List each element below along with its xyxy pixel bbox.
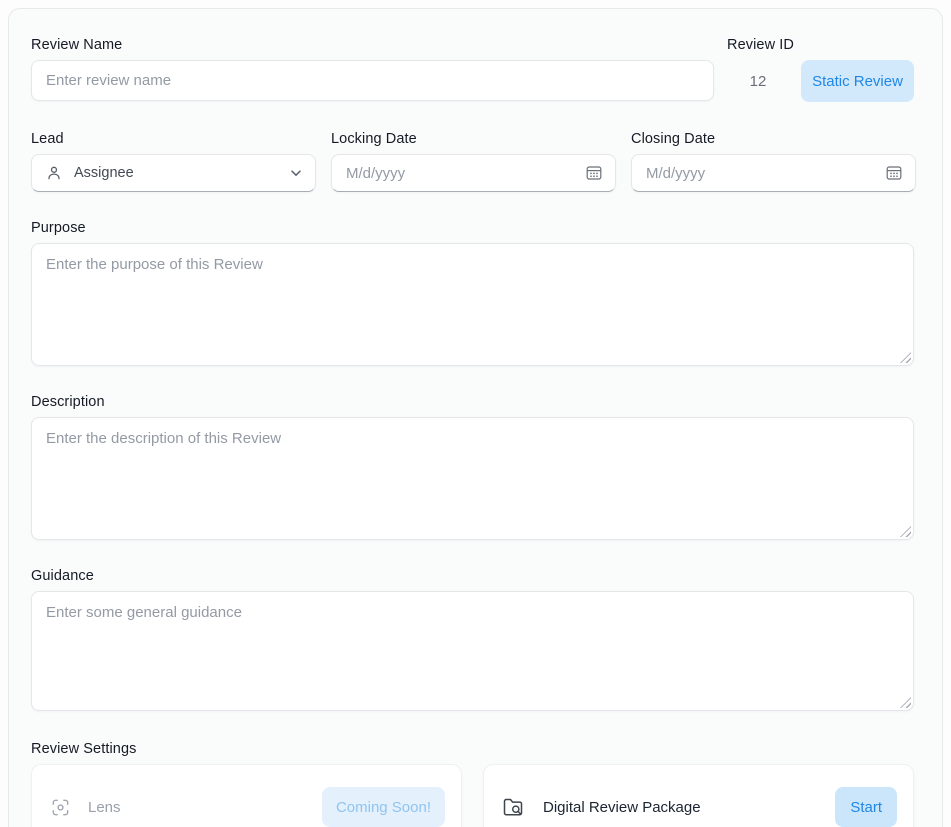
lens-icon: [50, 797, 71, 818]
description-label: Description: [31, 394, 914, 410]
purpose-textarea[interactable]: [31, 243, 914, 366]
lead-dropdown[interactable]: Assignee: [31, 154, 316, 192]
description-textarea[interactable]: [31, 417, 914, 540]
review-settings-section: Review Settings Lens Coming Soon!: [31, 741, 914, 827]
dates-row: Lead Assignee Locking Date M: [31, 131, 914, 192]
lead-label: Lead: [31, 131, 316, 147]
review-id-label: Review ID: [727, 37, 914, 53]
locking-date-field-group: Locking Date M/d/yyyy: [331, 131, 616, 192]
guidance-field-group: Guidance: [31, 568, 914, 711]
review-name-row: Review Name Review ID 12 Static Review: [31, 37, 914, 102]
closing-date-label: Closing Date: [631, 131, 916, 147]
calendar-icon[interactable]: [585, 164, 603, 182]
lead-field-group: Lead Assignee: [31, 131, 316, 192]
static-review-button[interactable]: Static Review: [801, 60, 914, 102]
locking-date-input[interactable]: M/d/yyyy: [331, 154, 616, 192]
locking-date-label: Locking Date: [331, 131, 616, 147]
review-form-card: Review Name Review ID 12 Static Review L…: [8, 8, 943, 827]
guidance-textarea[interactable]: [31, 591, 914, 711]
review-settings-label: Review Settings: [31, 741, 914, 757]
lead-value: Assignee: [74, 165, 134, 181]
folder-search-icon: [502, 796, 526, 818]
closing-date-input[interactable]: M/d/yyyy: [631, 154, 916, 192]
lens-setting-card: Lens Coming Soon!: [31, 764, 462, 827]
coming-soon-badge: Coming Soon!: [322, 787, 445, 827]
review-id-row: 12 Static Review: [727, 60, 914, 102]
review-name-field-group: Review Name: [31, 37, 714, 102]
review-id-group: Review ID 12 Static Review: [714, 37, 914, 102]
digital-review-package-card: Digital Review Package Start: [483, 764, 914, 827]
calendar-icon[interactable]: [885, 164, 903, 182]
lens-setting-name: Lens: [88, 799, 121, 816]
chevron-down-icon: [289, 166, 303, 180]
purpose-field-group: Purpose: [31, 220, 914, 366]
review-name-input[interactable]: [31, 60, 714, 101]
review-name-label: Review Name: [31, 37, 714, 53]
person-icon: [46, 165, 62, 181]
guidance-label: Guidance: [31, 568, 914, 584]
review-id-value: 12: [727, 73, 789, 90]
closing-date-placeholder: M/d/yyyy: [646, 165, 705, 182]
digital-review-package-name: Digital Review Package: [543, 799, 701, 816]
review-settings-grid: Lens Coming Soon! Digital Review Package…: [31, 764, 914, 827]
description-field-group: Description: [31, 394, 914, 540]
purpose-label: Purpose: [31, 220, 914, 236]
closing-date-field-group: Closing Date M/d/yyyy: [631, 131, 916, 192]
locking-date-placeholder: M/d/yyyy: [346, 165, 405, 182]
start-button[interactable]: Start: [835, 787, 897, 827]
